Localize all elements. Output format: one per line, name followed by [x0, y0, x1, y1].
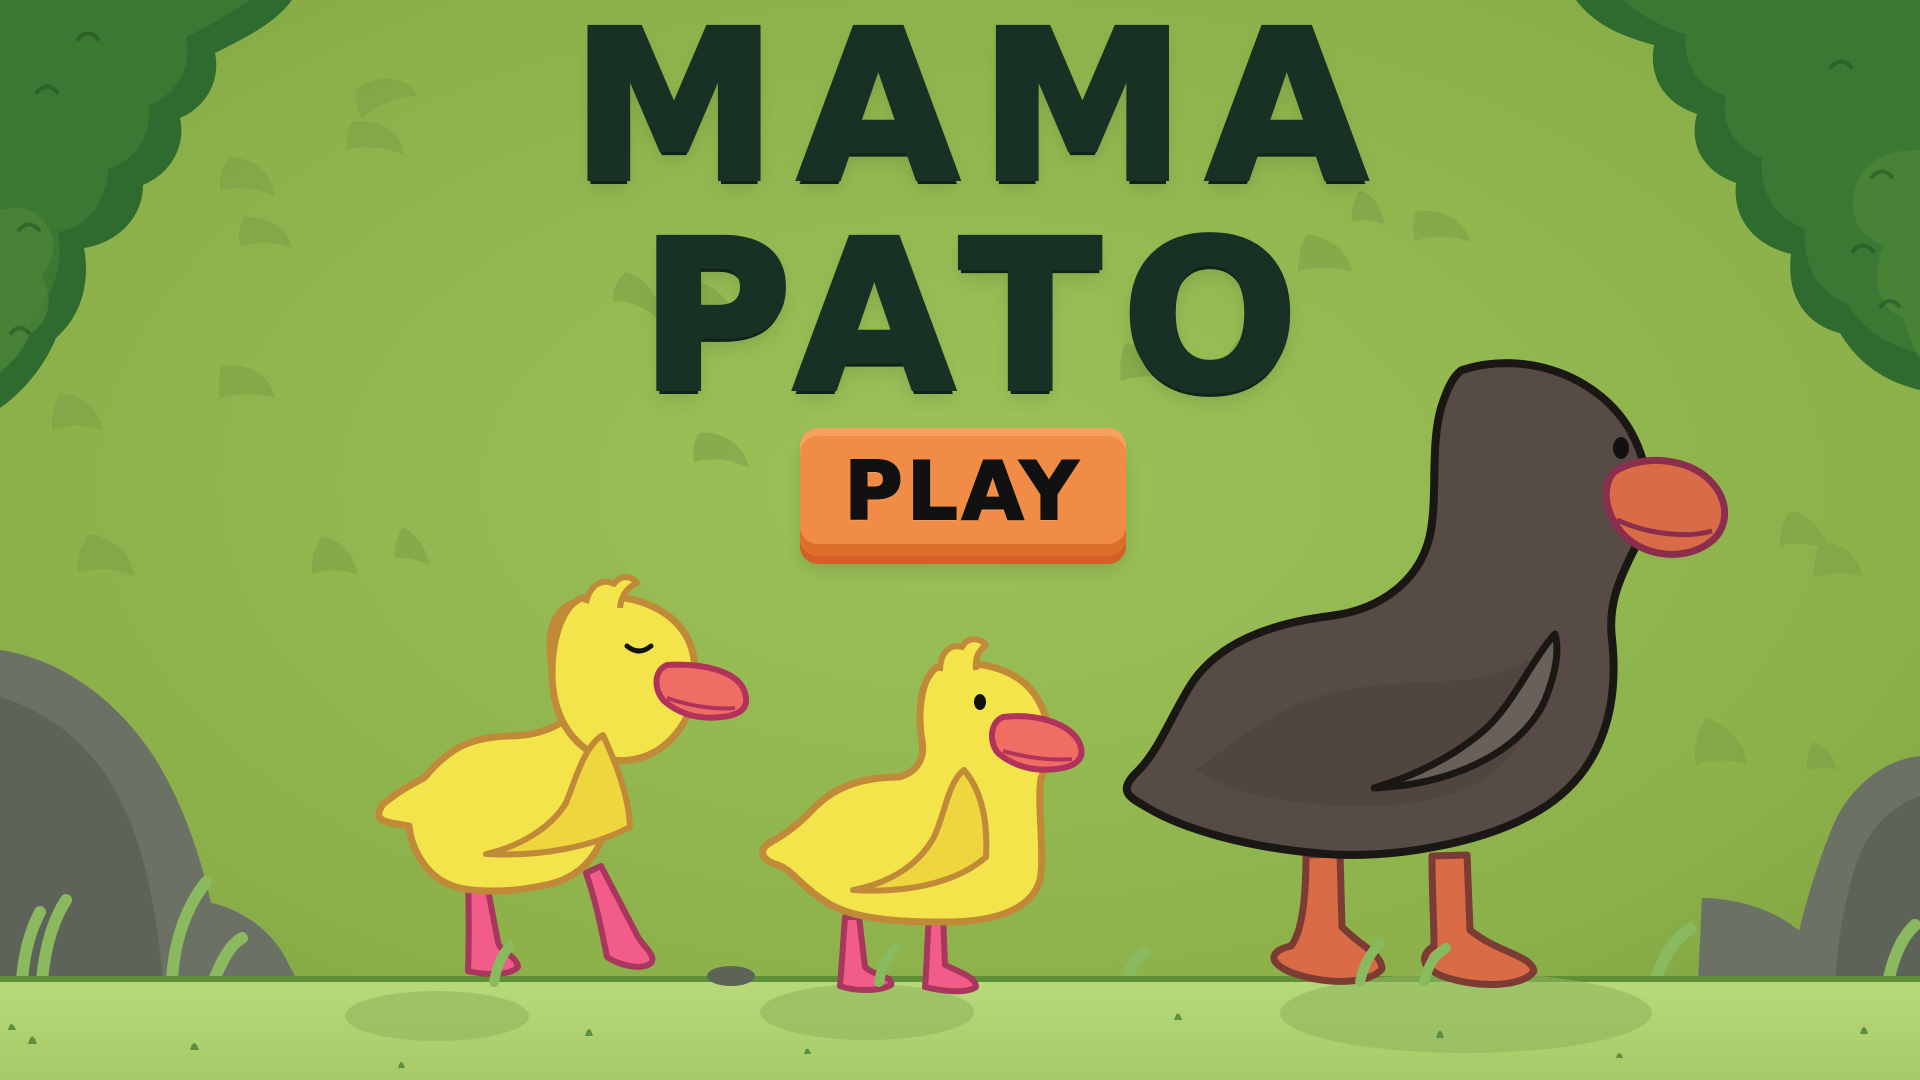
- pebble-icon: [707, 966, 755, 986]
- play-button-label: PLAY: [843, 444, 1082, 539]
- duck-shadow: [345, 991, 529, 1041]
- eye-icon: [974, 694, 986, 710]
- game-title-line-2: PATO: [637, 197, 1320, 437]
- game-title-line-1: MAMA: [569, 0, 1389, 227]
- eye-icon: [1613, 437, 1629, 459]
- game-title-screen: MAMA PATO PLAY: [0, 0, 1920, 1080]
- play-button[interactable]: PLAY: [800, 428, 1126, 556]
